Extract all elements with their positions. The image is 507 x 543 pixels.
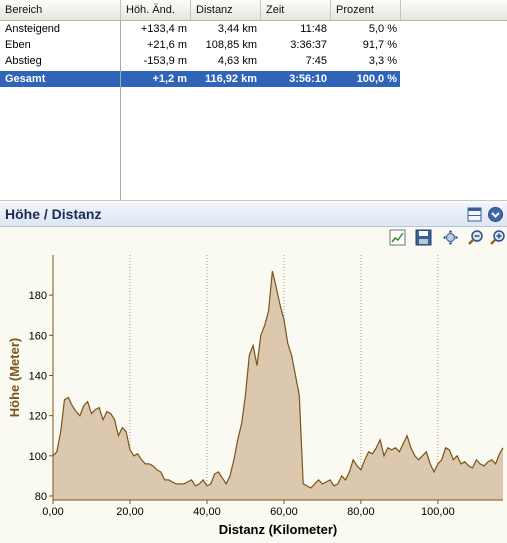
column-divider[interactable] [120,20,121,200]
cell-distanz: 108,85 km [205,39,257,51]
chart-toolbar [0,227,507,249]
y-tick-label: 120 [29,411,47,423]
cell-bereich: Abstieg [5,55,42,67]
zoom-out-icon[interactable] [467,229,484,246]
zoom-fit-icon[interactable] [442,229,459,246]
x-tick-label: 80,00 [347,506,375,518]
cell-prozent: 91,7 % [362,39,397,51]
collapse-chevron-icon[interactable] [488,207,503,222]
layout-toggle-icon[interactable] [467,207,482,222]
cell-prozent: 100,0 % [356,73,397,85]
cell-bereich: Eben [5,39,31,51]
table-header: Bereich Höh. Änd. Distanz Zeit Prozent [0,0,507,21]
x-tick-label: 40,00 [193,506,221,518]
elevation-chart: 0,00 20,00 40,00 60,00 80,00 100,00 80 100 120 14… [0,250,507,540]
cell-prozent: 3,3 % [368,55,397,67]
table-row-total[interactable]: Gesamt +1,2 m 116,92 km 3:56:10 100,0 % [0,71,400,87]
x-tick-label: 60,00 [270,506,298,518]
cell-zeit: 3:36:37 [290,39,327,51]
elevation-chart-svg: 0,00 20,00 40,00 60,00 80,00 100,00 80 100 120 14… [7,255,504,537]
cell-zeit: 11:48 [300,23,327,35]
cell-prozent: 5,0 % [368,23,397,35]
x-axis-label: Distanz (Kilometer) [219,522,337,537]
cell-bereich: Ansteigend [5,23,61,35]
cell-hoehe: +133,4 m [140,23,187,35]
cell-hoehe: +1,2 m [152,73,187,85]
cell-hoehe: +21,6 m [146,39,187,51]
table-row[interactable]: Eben +21,6 m 108,85 km 3:36:37 91,7 % [0,37,400,53]
col-header-zeit[interactable]: Zeit [261,0,331,20]
save-icon[interactable] [415,229,432,246]
cell-distanz: 3,44 km [217,23,257,35]
y-tick-label: 140 [29,370,47,382]
y-tick-label: 80 [35,491,47,503]
table-row[interactable]: Abstieg -153,9 m 4,63 km 7:45 3,3 % [0,53,400,69]
y-tick-label: 160 [29,330,47,342]
zoom-in-icon[interactable] [489,229,506,246]
y-tick-label: 180 [29,290,47,302]
cell-distanz: 116,92 km [205,73,257,85]
cell-zeit: 7:45 [305,55,327,67]
col-header-distanz[interactable]: Distanz [191,0,261,20]
panel-title: Höhe / Distanz [5,206,102,222]
cell-hoehe: -153,9 m [143,55,187,67]
panel-titlebar: Höhe / Distanz [0,203,507,227]
table-row[interactable]: Ansteigend +133,4 m 3,44 km 11:48 5,0 % [0,21,400,37]
y-tick-label: 100 [29,451,47,463]
x-tick-label: 0,00 [42,506,63,518]
col-header-bereich[interactable]: Bereich [0,0,121,20]
cell-distanz: 4,63 km [217,55,257,67]
cell-zeit: 3:56:10 [289,73,327,85]
y-axis-label: Höhe (Meter) [7,338,22,417]
cell-bereich: Gesamt [5,73,46,85]
x-tick-label: 100,00 [421,506,455,518]
col-header-hoehe[interactable]: Höh. Änd. [121,0,191,20]
chart-settings-icon[interactable] [389,229,406,246]
x-tick-label: 20,00 [116,506,144,518]
summary-table: Bereich Höh. Änd. Distanz Zeit Prozent A… [0,0,507,201]
col-header-prozent[interactable]: Prozent [331,0,401,20]
